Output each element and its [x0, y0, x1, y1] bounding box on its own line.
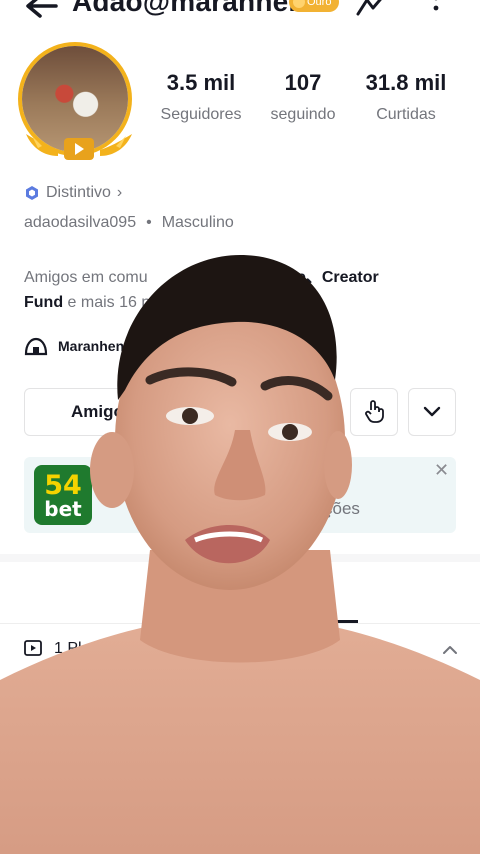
badge-hexagon-icon	[26, 186, 38, 200]
profile-username: Adão@maranhens	[72, 0, 322, 17]
friends-prefix: Amigos em comu	[24, 269, 148, 286]
friends-button[interactable]: Amigo	[24, 388, 336, 436]
followers-count: 3.5 mil	[166, 70, 236, 95]
gold-badge[interactable]: Ouro	[289, 0, 340, 12]
friends-suffix: e mais 16 p	[63, 294, 151, 311]
chevron-down-icon	[423, 406, 441, 417]
expand-button[interactable]	[408, 388, 456, 436]
stat-followers[interactable]: 3.5 mil Seguidores	[150, 70, 252, 124]
ad-logo: 54 bet	[34, 465, 92, 525]
distintivo-link[interactable]: Distintivo ›	[24, 184, 122, 202]
handle-line: adaodasilva095 • Masculino	[24, 214, 234, 232]
stat-following[interactable]: 107 seguindo	[262, 70, 344, 124]
ad-banner[interactable]: 54 bet ✕ ções	[24, 457, 456, 533]
ad-text: ções	[324, 499, 360, 518]
distintivo-label: Distintivo	[46, 184, 111, 201]
playlist-icon	[24, 640, 42, 656]
community-label: Maranhens	[58, 338, 132, 354]
share-button[interactable]	[350, 388, 398, 436]
more-options-icon[interactable]	[426, 0, 446, 20]
profile-handle: adaodasilva095	[24, 214, 137, 231]
coin-icon	[293, 0, 305, 8]
section-divider	[0, 554, 480, 562]
friends-button-label: Amigo	[71, 402, 124, 421]
community-icon	[24, 337, 48, 356]
likes-count: 31.8 mil	[365, 70, 447, 95]
likes-label: Curtidas	[376, 106, 436, 123]
tab-divider	[0, 623, 480, 624]
ad-logo-number: 54	[44, 469, 82, 501]
ad-logo-text: bet	[44, 496, 82, 521]
followers-label: Seguidores	[160, 106, 242, 123]
mutual-friends-text[interactable]: Amigos em comu hense、Creator Fund e mais …	[24, 265, 464, 315]
laurel-right-icon	[100, 134, 132, 156]
following-count: 107	[284, 70, 322, 95]
live-play-icon	[64, 138, 94, 160]
gold-badge-label: Ouro	[307, 0, 332, 8]
following-label: seguindo	[270, 106, 336, 123]
top-bar: Adão@maranhens Ouro	[0, 0, 480, 30]
activity-icon[interactable]	[355, 0, 391, 18]
friends-highlight-1: hense、Creator	[259, 269, 379, 286]
friends-highlight-2: Fund	[24, 294, 64, 311]
chevron-up-icon[interactable]	[440, 640, 460, 660]
chevron-right-icon: ›	[116, 184, 123, 201]
playlist-row[interactable]: 1 Pl	[24, 640, 82, 658]
playlist-label: 1 Pl	[54, 640, 82, 657]
profile-gender: Masculino	[161, 214, 234, 231]
stat-likes[interactable]: 31.8 mil Curtidas	[354, 70, 458, 124]
community-link[interactable]: Maranhens	[24, 336, 132, 356]
tab-indicator	[292, 620, 358, 623]
close-icon[interactable]: ✕	[434, 460, 454, 480]
tap-hand-icon	[365, 400, 384, 423]
avatar[interactable]	[18, 42, 138, 162]
separator-dot: •	[146, 214, 152, 231]
back-arrow-icon[interactable]	[22, 0, 62, 24]
laurel-left-icon	[26, 134, 58, 156]
